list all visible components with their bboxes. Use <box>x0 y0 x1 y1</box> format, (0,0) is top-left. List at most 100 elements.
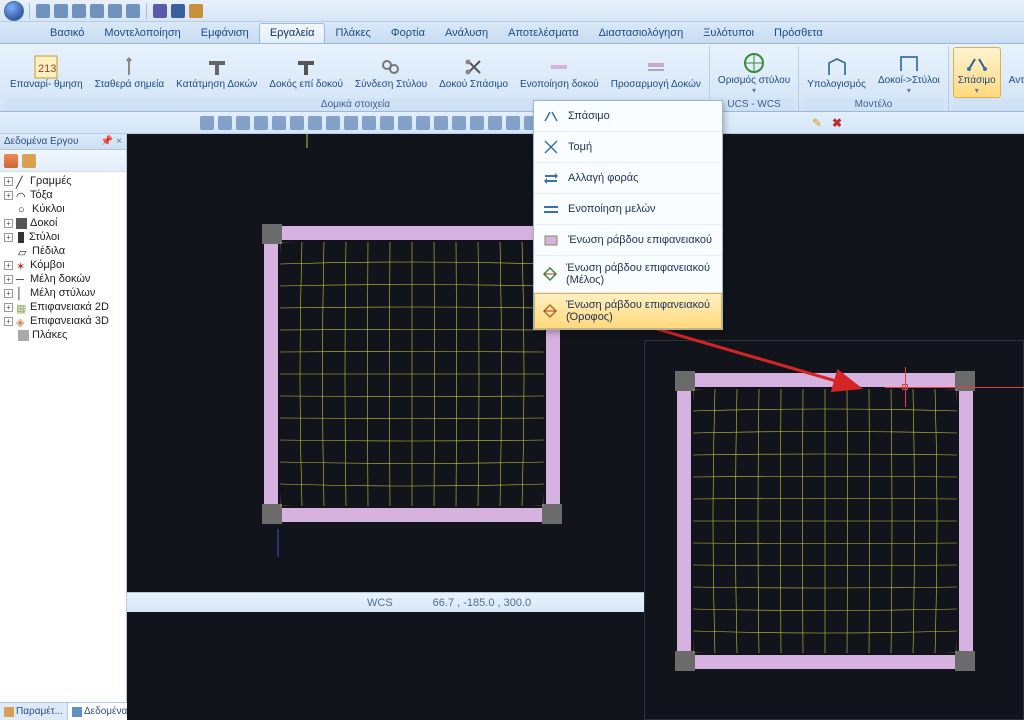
t2-icon[interactable] <box>416 116 430 130</box>
pencil-icon[interactable]: ✎ <box>812 116 826 130</box>
expand-icon[interactable]: + <box>4 233 13 242</box>
tree-arcs[interactable]: Τόξα <box>30 189 53 201</box>
dropdown-item-join-floor[interactable]: Ένωση ράβδου επιφανειακού (Όροφος) <box>534 293 722 329</box>
ribbon-define-column-button[interactable]: Ορισμός στύλου <box>714 48 794 97</box>
tab-tools[interactable]: Εργαλεία <box>259 23 326 43</box>
tab-view[interactable]: Εμφάνιση <box>191 24 259 43</box>
dropdown-item-unify[interactable]: Ενοποίηση μελών <box>534 194 722 225</box>
tab-slabs[interactable]: Πλάκες <box>325 24 380 43</box>
t2-icon[interactable] <box>308 116 322 130</box>
t2-icon[interactable] <box>200 116 214 130</box>
t2-icon[interactable] <box>290 116 304 130</box>
tab-analysis[interactable]: Ανάλυση <box>435 24 498 43</box>
t2-icon[interactable] <box>362 116 376 130</box>
qat-globe-icon[interactable] <box>171 4 185 18</box>
expand-icon[interactable]: + <box>4 289 13 298</box>
qat-redo-icon[interactable] <box>126 4 140 18</box>
ribbon-beam-on-beam-button[interactable]: Δοκός επί δοκού <box>265 52 347 92</box>
break-dropdown: Σπάσιμο Τομή Αλλαγή φοράς Ενοποίηση μελώ… <box>533 100 723 330</box>
panel-bottom-tabs: Παραμέτ... Δεδομένα... <box>0 702 126 720</box>
tshape1-icon <box>204 54 230 80</box>
app-orb-icon[interactable] <box>4 1 24 21</box>
qat-save-icon[interactable] <box>54 4 68 18</box>
qat-undo-icon[interactable] <box>108 4 122 18</box>
qat-open-icon[interactable] <box>72 4 86 18</box>
tab-extras[interactable]: Πρόσθετα <box>764 24 833 43</box>
tab-basic[interactable]: Βασικό <box>40 24 94 43</box>
t2-icon[interactable] <box>452 116 466 130</box>
dropdown-item-reverse[interactable]: Αλλαγή φοράς <box>534 163 722 194</box>
adjust-icon <box>643 54 669 80</box>
expand-icon[interactable]: + <box>4 177 13 186</box>
svg-text:213: 213 <box>38 63 56 75</box>
t2-icon[interactable] <box>218 116 232 130</box>
ribbon-fixed-points-button[interactable]: Σταθερά σημεία <box>91 52 169 92</box>
frame2-icon <box>896 50 922 76</box>
ribbon-split-beams-button[interactable]: Κατάτμηση Δοκών <box>172 52 261 92</box>
tree-beams[interactable]: Δοκοί <box>30 217 57 229</box>
tree-circles[interactable]: Κύκλοι <box>32 203 65 215</box>
t2-icon[interactable] <box>506 116 520 130</box>
dropdown-item-join-surf[interactable]: Ένωση ράβδου επιφανειακού <box>534 225 722 256</box>
t2-icon[interactable] <box>398 116 412 130</box>
tab-model[interactable]: Μοντελοποίηση <box>94 24 190 43</box>
tab-results[interactable]: Αποτελέσματα <box>498 24 588 43</box>
expand-icon[interactable]: + <box>4 261 13 270</box>
cut-icon <box>542 138 560 156</box>
t2-icon[interactable] <box>326 116 340 130</box>
title-bar <box>0 0 1024 22</box>
dropdown-item-cut[interactable]: Τομή <box>534 132 722 163</box>
ribbon-beams-cols-button[interactable]: Δοκοί->Στύλοι <box>874 48 944 97</box>
tab-formwork[interactable]: Ξυλότυποι <box>693 24 764 43</box>
ribbon-renumber-button[interactable]: 213Επαναρί- θμηση <box>6 52 87 92</box>
tree-footings[interactable]: Πέδιλα <box>32 245 65 257</box>
beam-member-icon: ─ <box>16 274 27 285</box>
t2-icon[interactable] <box>254 116 268 130</box>
qat-down-icon[interactable] <box>153 4 167 18</box>
ribbon-break-button[interactable]: Σπάσιμο <box>953 47 1001 98</box>
tree-slabs[interactable]: Πλάκες <box>32 329 67 341</box>
break-icon <box>542 107 560 125</box>
expand-icon[interactable]: + <box>4 303 13 312</box>
t2-icon[interactable] <box>344 116 358 130</box>
t2-icon[interactable] <box>488 116 502 130</box>
expand-icon[interactable]: + <box>4 317 13 326</box>
tab-dimensioning[interactable]: Διαστασιολόγηση <box>589 24 694 43</box>
ribbon-tabs: Βασικό Μοντελοποίηση Εμφάνιση Εργαλεία Π… <box>0 22 1024 44</box>
status-wcs: WCS <box>147 597 393 609</box>
expand-icon[interactable]: + <box>4 191 13 200</box>
panel-pin-icon[interactable]: 📌 <box>101 136 113 147</box>
tree-surf2d[interactable]: Επιφανειακά 2D <box>30 301 109 313</box>
dropdown-item-join-member[interactable]: Ένωση ράβδου επιφανειακού (Μέλος) <box>534 256 722 293</box>
ribbon-compute-button[interactable]: Υπολογισμός <box>803 52 870 92</box>
panel-tool2-icon[interactable] <box>22 154 36 168</box>
t2-icon[interactable] <box>434 116 448 130</box>
panel-tool1-icon[interactable] <box>4 154 18 168</box>
tree-nodes[interactable]: Κόμβοι <box>30 259 65 271</box>
ribbon-unify-beam-button[interactable]: Ενοποίηση δοκού <box>516 52 603 92</box>
expand-icon[interactable]: + <box>4 275 13 284</box>
qat-help-icon[interactable] <box>189 4 203 18</box>
qat-print-icon[interactable] <box>90 4 104 18</box>
tree-surf3d[interactable]: Επιφανειακά 3D <box>30 315 109 327</box>
t2-icon[interactable] <box>380 116 394 130</box>
t2-icon[interactable] <box>272 116 286 130</box>
tree-beam-members[interactable]: Μέλη δοκών <box>30 273 90 285</box>
panel-close-icon[interactable]: × <box>116 136 122 147</box>
tree-col-members[interactable]: Μέλη στύλων <box>30 287 95 299</box>
ribbon-beam-break-button[interactable]: Δοκού Σπάσιμο <box>435 52 512 92</box>
close-icon[interactable]: ✖ <box>830 116 844 130</box>
ribbon-connect-column-button[interactable]: Σύνδεση Στύλου <box>351 52 431 92</box>
ribbon-replace-button[interactable]: Αντικατάσταση <box>1005 48 1024 97</box>
dropdown-item-break[interactable]: Σπάσιμο <box>534 101 722 132</box>
panel-tab-params[interactable]: Παραμέτ... <box>0 703 68 720</box>
ribbon-adjust-beams-button[interactable]: Προσαρμογή Δοκών <box>607 52 705 92</box>
tree-columns[interactable]: Στύλοι <box>29 231 60 243</box>
t2-icon[interactable] <box>236 116 250 130</box>
project-tree[interactable]: +╱Γραμμές +◠Τόξα ○Κύκλοι +Δοκοί +Στύλοι … <box>0 172 126 702</box>
t2-icon[interactable] <box>470 116 484 130</box>
qat-new-icon[interactable] <box>36 4 50 18</box>
tab-loads[interactable]: Φορτία <box>381 24 435 43</box>
expand-icon[interactable]: + <box>4 219 13 228</box>
tree-lines[interactable]: Γραμμές <box>30 175 72 187</box>
